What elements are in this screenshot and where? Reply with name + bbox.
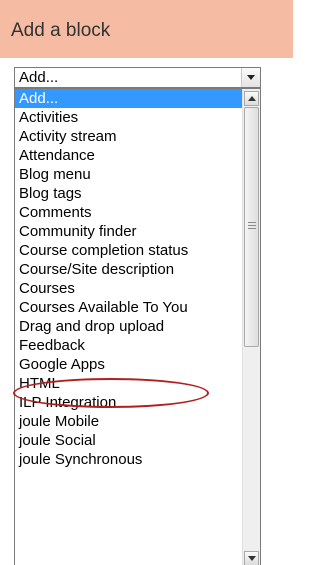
option-courses-available-to-you[interactable]: Courses Available To You: [15, 298, 243, 317]
grip-line: [248, 228, 256, 229]
scroll-up-arrow-icon[interactable]: [244, 91, 259, 106]
option-attendance[interactable]: Attendance: [15, 146, 243, 165]
option-joule-social[interactable]: joule Social: [15, 431, 243, 450]
chevron-down-icon[interactable]: [241, 68, 260, 87]
option-community-finder[interactable]: Community finder: [15, 222, 243, 241]
option-drag-and-drop-upload[interactable]: Drag and drop upload: [15, 317, 243, 336]
options-list: Add... Activities Activity stream Attend…: [15, 89, 243, 469]
option-course-completion-status[interactable]: Course completion status: [15, 241, 243, 260]
option-joule-mobile[interactable]: joule Mobile: [15, 412, 243, 431]
option-blog-tags[interactable]: Blog tags: [15, 184, 243, 203]
scroll-thumb[interactable]: [244, 107, 259, 347]
grip-line: [248, 222, 256, 223]
option-activity-stream[interactable]: Activity stream: [15, 127, 243, 146]
option-course-site-description[interactable]: Course/Site description: [15, 260, 243, 279]
block-header: Add a block: [0, 0, 293, 58]
header-title: Add a block: [11, 20, 111, 41]
option-courses[interactable]: Courses: [15, 279, 243, 298]
option-blog-menu[interactable]: Blog menu: [15, 165, 243, 184]
option-ilp-integration[interactable]: ILP Integration: [15, 393, 243, 412]
option-feedback[interactable]: Feedback: [15, 336, 243, 355]
block-options-listbox[interactable]: Add... Activities Activity stream Attend…: [14, 88, 261, 565]
grip-line: [248, 225, 256, 226]
option-html[interactable]: HTML: [15, 374, 243, 393]
option-add[interactable]: Add...: [15, 89, 243, 108]
option-activities[interactable]: Activities: [15, 108, 243, 127]
option-comments[interactable]: Comments: [15, 203, 243, 222]
scroll-down-arrow-icon[interactable]: [244, 551, 259, 565]
listbox-scrollbar[interactable]: [242, 89, 260, 565]
select-value: Add...: [19, 69, 59, 86]
add-block-select[interactable]: Add...: [14, 67, 261, 88]
option-joule-synchronous[interactable]: joule Synchronous: [15, 450, 243, 469]
option-google-apps[interactable]: Google Apps: [15, 355, 243, 374]
